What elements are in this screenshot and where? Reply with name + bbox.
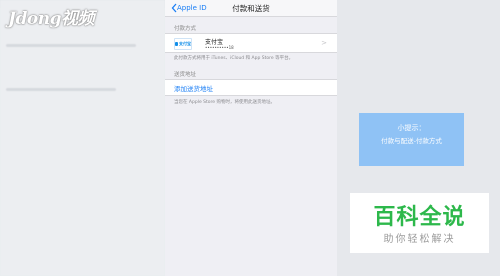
- watermark-text: Jdong视频: [8, 9, 95, 29]
- payment-account: ••••••••••18: [205, 45, 234, 50]
- payment-section-header: 付款方式: [174, 26, 197, 32]
- payment-footnote: 此付款方式将用于 iTunes、iCloud 和 App Store 等平台。: [174, 56, 294, 61]
- shipping-section-header: 送货地址: [174, 72, 197, 78]
- watermark-logo: Jdong视频: [8, 4, 96, 29]
- settings-panel: Apple ID 付款和送货 付款方式 支付宝 支付宝 ••••••••••18…: [165, 0, 337, 276]
- baike-title: 百科全说: [373, 205, 466, 230]
- blurred-line: [6, 88, 116, 91]
- page-title: 付款和送货: [232, 4, 270, 13]
- add-shipping-address-row[interactable]: 添加送货地址: [165, 79, 337, 96]
- alipay-mark: [175, 42, 178, 46]
- payment-method-row[interactable]: 支付宝 支付宝 ••••••••••18 >: [165, 33, 337, 53]
- add-shipping-address-link[interactable]: 添加送货地址: [174, 83, 213, 93]
- tip-title: 小提示：: [397, 124, 426, 132]
- shipping-footnote: 当您在 Apple Store 购物时，将使用此送货地址。: [174, 100, 275, 105]
- alipay-logo-text: 支付宝: [179, 41, 191, 46]
- alipay-icon: 支付宝: [174, 38, 192, 50]
- tip-box: 小提示： 付款与配送-付款方式: [359, 113, 464, 166]
- blurred-line: [6, 44, 136, 47]
- baike-subtitle: 助你轻松解决: [383, 234, 456, 245]
- background-left-pane: [0, 0, 165, 276]
- tip-body: 付款与配送-付款方式: [381, 137, 442, 145]
- baike-logo: 百科全说 助你轻松解决: [350, 193, 489, 253]
- chevron-right-icon: >: [321, 39, 327, 47]
- navigation-bar: Apple ID 付款和送货: [165, 0, 337, 17]
